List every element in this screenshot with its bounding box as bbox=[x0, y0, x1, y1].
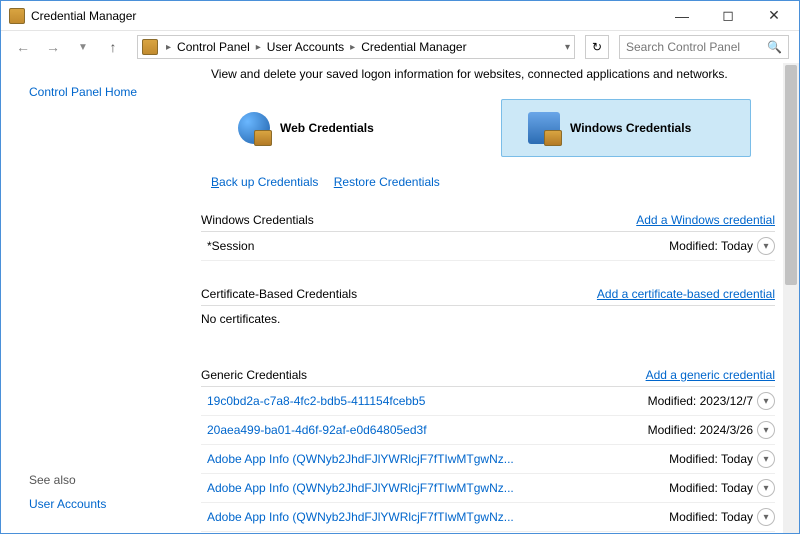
breadcrumb-seg-2[interactable]: Credential Manager bbox=[359, 40, 468, 54]
tab-web-label: Web Credentials bbox=[280, 121, 374, 135]
see-also-label: See also bbox=[29, 473, 181, 487]
credential-row[interactable]: Adobe App Info (QWNyb2JhdFJlYWRlcjF7fTIw… bbox=[201, 532, 775, 533]
chevron-down-icon[interactable]: ▾ bbox=[757, 479, 775, 497]
restore-rest: estore Credentials bbox=[342, 175, 439, 189]
section-certificate-credentials: Certificate-Based Credentials Add a cert… bbox=[201, 281, 775, 342]
credential-row[interactable]: Adobe App Info (QWNyb2JhdFJlYWRlcjF7fTIw… bbox=[201, 474, 775, 503]
chevron-down-icon[interactable]: ▾ bbox=[757, 237, 775, 255]
section-title: Certificate-Based Credentials bbox=[201, 287, 357, 301]
credential-modified: Modified: 2024/3/26 bbox=[648, 423, 757, 437]
add-generic-credential-link[interactable]: Add a generic credential bbox=[646, 368, 775, 382]
main-content: View and delete your saved logon informa… bbox=[201, 63, 799, 533]
add-windows-credential-link[interactable]: Add a Windows credential bbox=[636, 213, 775, 227]
chevron-down-icon[interactable]: ▾ bbox=[757, 421, 775, 439]
scrollbar-thumb[interactable] bbox=[785, 65, 797, 285]
backup-rest: ack up Credentials bbox=[219, 175, 318, 189]
credential-name: Adobe App Info (QWNyb2JhdFJlYWRlcjF7fTIw… bbox=[201, 481, 514, 495]
chevron-right-icon[interactable]: ▸ bbox=[252, 42, 265, 53]
tab-windows-label: Windows Credentials bbox=[570, 121, 691, 135]
breadcrumb[interactable]: ▸ Control Panel ▸ User Accounts ▸ Creden… bbox=[137, 35, 575, 59]
section-generic-credentials: Generic Credentials Add a generic creden… bbox=[201, 362, 775, 533]
credential-row[interactable]: Adobe App Info (QWNyb2JhdFJlYWRlcjF7fTIw… bbox=[201, 445, 775, 474]
restore-credentials-link[interactable]: Restore Credentials bbox=[334, 175, 440, 189]
search-placeholder: Search Control Panel bbox=[626, 40, 740, 54]
minimize-button[interactable]: ― bbox=[659, 1, 705, 31]
section-windows-credentials: Windows Credentials Add a Windows creden… bbox=[201, 207, 775, 261]
credential-row[interactable]: Adobe App Info (QWNyb2JhdFJlYWRlcjF7fTIw… bbox=[201, 503, 775, 532]
credential-modified: Modified: 2023/12/7 bbox=[648, 394, 757, 408]
chevron-down-icon[interactable]: ▾ bbox=[757, 508, 775, 526]
credential-row[interactable]: *Session Modified: Today ▾ bbox=[201, 232, 775, 261]
close-button[interactable]: ✕ bbox=[751, 1, 797, 31]
globe-safe-icon bbox=[238, 112, 270, 144]
refresh-button[interactable]: ↻ bbox=[585, 35, 609, 59]
intro-text: View and delete your saved logon informa… bbox=[201, 67, 775, 95]
credential-row[interactable]: 20aea499-ba01-4d6f-92af-e0d64805ed3f Mod… bbox=[201, 416, 775, 445]
breadcrumb-seg-1[interactable]: User Accounts bbox=[265, 40, 346, 54]
credential-name: 20aea499-ba01-4d6f-92af-e0d64805ed3f bbox=[201, 423, 427, 437]
breadcrumb-icon bbox=[142, 39, 158, 55]
breadcrumb-seg-0[interactable]: Control Panel bbox=[175, 40, 252, 54]
backup-credentials-link[interactable]: Back up Credentials bbox=[211, 175, 318, 189]
up-button[interactable]: ↑ bbox=[101, 35, 125, 59]
forward-button[interactable]: → bbox=[41, 35, 65, 59]
search-input[interactable]: Search Control Panel 🔍 bbox=[619, 35, 789, 59]
section-title: Generic Credentials bbox=[201, 368, 307, 382]
window-title: Credential Manager bbox=[31, 9, 136, 23]
tab-windows-credentials[interactable]: Windows Credentials bbox=[501, 99, 751, 157]
chevron-down-icon[interactable]: ▾ bbox=[757, 392, 775, 410]
chevron-down-icon[interactable]: ▾ bbox=[757, 450, 775, 468]
section-title: Windows Credentials bbox=[201, 213, 314, 227]
credential-modified: Modified: Today bbox=[669, 452, 757, 466]
credential-name: Adobe App Info (QWNyb2JhdFJlYWRlcjF7fTIw… bbox=[201, 510, 514, 524]
add-certificate-credential-link[interactable]: Add a certificate-based credential bbox=[597, 287, 775, 301]
app-icon bbox=[9, 8, 25, 24]
sidebar-home-link[interactable]: Control Panel Home bbox=[29, 85, 181, 99]
navbar: ← → ▼ ↑ ▸ Control Panel ▸ User Accounts … bbox=[1, 31, 799, 63]
back-button[interactable]: ← bbox=[11, 35, 35, 59]
sidebar: Control Panel Home See also User Account… bbox=[1, 63, 201, 533]
computer-safe-icon bbox=[528, 112, 560, 144]
titlebar: Credential Manager ― ◻ ✕ bbox=[1, 1, 799, 31]
credential-name: *Session bbox=[201, 239, 254, 253]
tab-web-credentials[interactable]: Web Credentials bbox=[211, 99, 461, 157]
credential-modified: Modified: Today bbox=[669, 510, 757, 524]
credential-modified: Modified: Today bbox=[669, 239, 757, 253]
chevron-right-icon[interactable]: ▸ bbox=[346, 42, 359, 53]
vertical-scrollbar[interactable] bbox=[783, 63, 799, 533]
breadcrumb-history-icon[interactable]: ▾ bbox=[565, 42, 570, 53]
credential-row[interactable]: 19c0bd2a-c7a8-4fc2-bdb5-411154fcebb5 Mod… bbox=[201, 387, 775, 416]
empty-message: No certificates. bbox=[201, 306, 775, 342]
credential-name: Adobe App Info (QWNyb2JhdFJlYWRlcjF7fTIw… bbox=[201, 452, 514, 466]
search-icon[interactable]: 🔍 bbox=[767, 40, 782, 54]
maximize-button[interactable]: ◻ bbox=[705, 1, 751, 31]
credential-name: 19c0bd2a-c7a8-4fc2-bdb5-411154fcebb5 bbox=[201, 394, 425, 408]
sidebar-user-accounts-link[interactable]: User Accounts bbox=[29, 497, 181, 511]
chevron-right-icon[interactable]: ▸ bbox=[162, 42, 175, 53]
recent-dropdown-icon[interactable]: ▼ bbox=[71, 35, 95, 59]
credential-modified: Modified: Today bbox=[669, 481, 757, 495]
